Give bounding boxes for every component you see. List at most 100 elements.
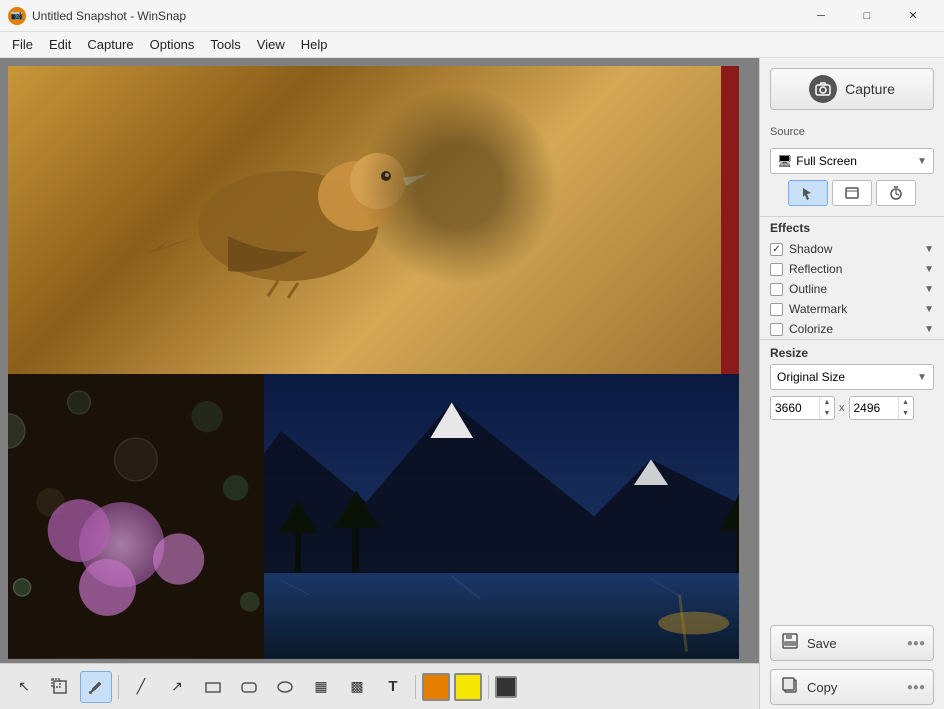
copy-icon <box>781 676 799 698</box>
maximize-button[interactable]: □ <box>844 0 890 32</box>
save-label: Save <box>807 636 837 651</box>
watermark-label: Watermark <box>789 302 924 316</box>
colorize-label: Colorize <box>789 322 924 336</box>
pen-icon <box>87 678 105 696</box>
resize-dropdown-arrow-icon: ▼ <box>917 372 927 383</box>
shadow-expand-icon[interactable]: ▼ <box>924 244 934 255</box>
menu-options[interactable]: Options <box>142 35 203 54</box>
source-value: Full Screen <box>796 154 857 168</box>
primary-color-swatch[interactable] <box>422 673 450 701</box>
source-row: 🖥 Full Screen ▼ <box>770 148 934 174</box>
timer-icon <box>889 186 903 200</box>
width-spinners: ▲ ▼ <box>819 397 834 419</box>
watermark-checkbox[interactable] <box>770 303 783 316</box>
secondary-color-swatch[interactable] <box>454 673 482 701</box>
separator-1 <box>118 675 119 699</box>
photo-mountain <box>264 374 739 659</box>
resize-value: Original Size <box>777 370 917 384</box>
reflection-expand-icon[interactable]: ▼ <box>924 264 934 275</box>
width-down-button[interactable]: ▼ <box>820 408 834 419</box>
dropdown-arrow-icon: ▼ <box>917 156 927 167</box>
pen-tool-button[interactable] <box>80 671 112 703</box>
width-up-button[interactable]: ▲ <box>820 397 834 408</box>
source-section: Source <box>760 120 944 148</box>
save-svg <box>781 632 799 650</box>
menu-view[interactable]: View <box>249 35 293 54</box>
source-dropdown[interactable]: 🖥 Full Screen ▼ <box>770 148 934 174</box>
titlebar: 📷 Untitled Snapshot - WinSnap ─ □ ✕ <box>0 0 944 32</box>
outline-label: Outline <box>789 282 924 296</box>
arrow-tool-button[interactable]: ↗ <box>161 671 193 703</box>
colorize-expand-icon[interactable]: ▼ <box>924 324 934 335</box>
window-title: Untitled Snapshot - WinSnap <box>32 9 798 23</box>
save-more-icon: ●●● <box>907 638 925 649</box>
height-spinners: ▲ ▼ <box>898 397 913 419</box>
outline-expand-icon[interactable]: ▼ <box>924 284 934 295</box>
menu-help[interactable]: Help <box>293 35 336 54</box>
close-button[interactable]: ✕ <box>890 0 936 32</box>
effects-label: Effects <box>760 216 944 239</box>
height-input[interactable] <box>850 397 898 419</box>
mode-buttons <box>770 180 934 206</box>
size-separator: x <box>839 402 845 414</box>
monitor-icon: 🖥 <box>777 154 792 168</box>
menu-capture[interactable]: Capture <box>79 35 141 54</box>
toolbar: ↖ ╱ ↗ ▦ ▩ T <box>0 663 759 709</box>
select-tool-button[interactable]: ↖ <box>8 671 40 703</box>
separator-3 <box>488 675 489 699</box>
mode-timer-button[interactable] <box>876 180 916 206</box>
shadow-checkbox[interactable] <box>770 243 783 256</box>
mode-cursor-button[interactable] <box>788 180 828 206</box>
effect-shadow-row[interactable]: Shadow ▼ <box>760 239 944 259</box>
ellipse-icon <box>276 678 294 696</box>
canvas-area: ↖ ╱ ↗ ▦ ▩ T <box>0 58 759 709</box>
width-input-wrap: ▲ ▼ <box>770 396 835 420</box>
outline-checkbox[interactable] <box>770 283 783 296</box>
save-button[interactable]: Save ●●● <box>770 625 934 661</box>
save-icon <box>781 632 799 654</box>
line-tool-button[interactable]: ╱ <box>125 671 157 703</box>
camera-icon <box>809 75 837 103</box>
rect-tool-button[interactable] <box>197 671 229 703</box>
height-input-wrap: ▲ ▼ <box>849 396 914 420</box>
copy-button[interactable]: Copy ●●● <box>770 669 934 705</box>
crosshatch-tool-button[interactable]: ▩ <box>341 671 373 703</box>
hatch-tool-button[interactable]: ▦ <box>305 671 337 703</box>
resize-dropdown[interactable]: Original Size ▼ <box>770 364 934 390</box>
effect-watermark-row[interactable]: Watermark ▼ <box>760 299 944 319</box>
effect-colorize-row[interactable]: Colorize ▼ <box>760 319 944 339</box>
separator-2 <box>415 675 416 699</box>
right-panel: Capture Source 🖥 Full Screen ▼ <box>759 58 944 709</box>
shadow-label: Shadow <box>789 242 924 256</box>
mode-window-button[interactable] <box>832 180 872 206</box>
spacer <box>760 426 944 621</box>
photo-bottom-row <box>8 374 739 659</box>
menu-file[interactable]: File <box>4 35 41 54</box>
text-tool-button[interactable]: T <box>377 671 409 703</box>
crop-tool-button[interactable] <box>44 671 76 703</box>
effect-reflection-row[interactable]: Reflection ▼ <box>760 259 944 279</box>
minimize-button[interactable]: ─ <box>798 0 844 32</box>
copy-svg <box>781 676 799 694</box>
ellipse-tool-button[interactable] <box>269 671 301 703</box>
colorize-checkbox[interactable] <box>770 323 783 336</box>
menu-tools[interactable]: Tools <box>202 35 248 54</box>
photo-rain <box>8 374 264 659</box>
size-inputs: ▲ ▼ x ▲ ▼ <box>770 396 934 420</box>
background-color-swatch[interactable] <box>495 676 517 698</box>
effect-outline-row[interactable]: Outline ▼ <box>760 279 944 299</box>
height-down-button[interactable]: ▼ <box>899 408 913 419</box>
main-layout: ↖ ╱ ↗ ▦ ▩ T <box>0 58 944 709</box>
photo-border-right <box>721 66 739 374</box>
width-input[interactable] <box>771 397 819 419</box>
height-up-button[interactable]: ▲ <box>899 397 913 408</box>
cursor-icon <box>801 186 815 200</box>
menu-edit[interactable]: Edit <box>41 35 79 54</box>
reflection-checkbox[interactable] <box>770 263 783 276</box>
watermark-expand-icon[interactable]: ▼ <box>924 304 934 315</box>
copy-label: Copy <box>807 680 837 695</box>
resize-label: Resize <box>760 339 944 364</box>
capture-button[interactable]: Capture <box>770 68 934 110</box>
round-rect-tool-button[interactable] <box>233 671 265 703</box>
photo-bird <box>8 66 739 374</box>
